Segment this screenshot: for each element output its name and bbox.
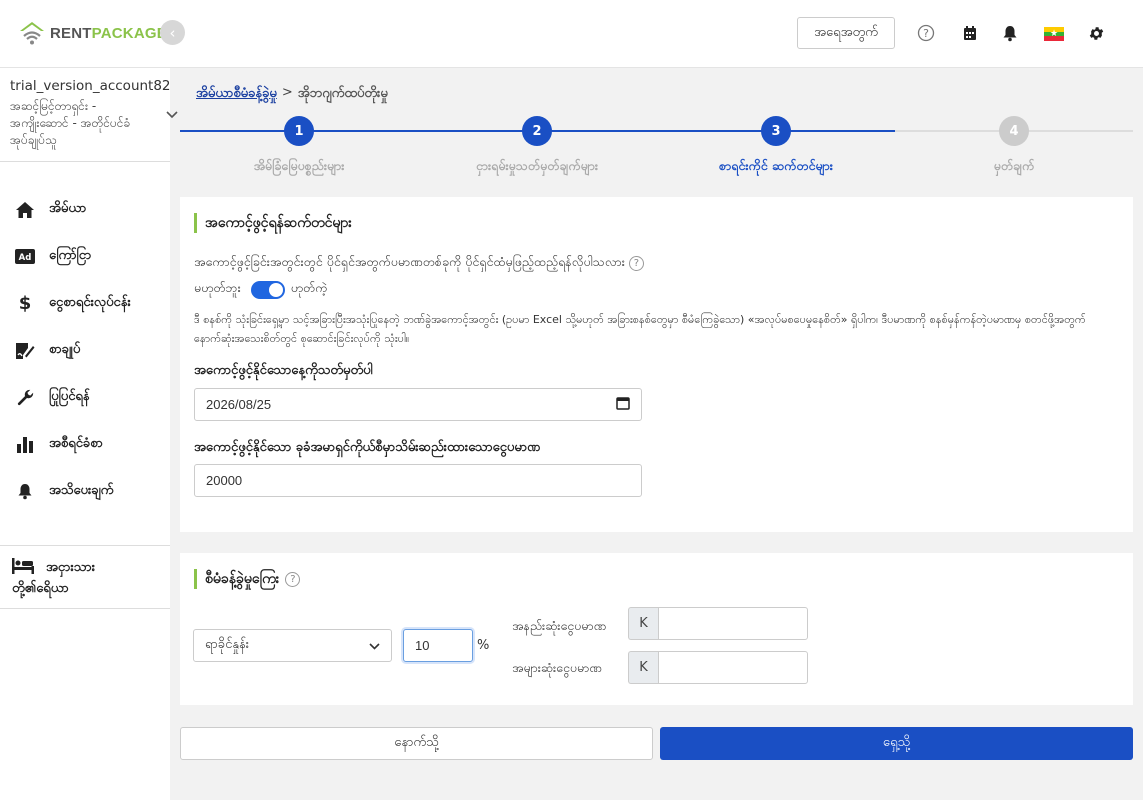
max-amount-label: အများဆုံးငွေပမာဏ [512,660,602,675]
min-amount-label: အနည်းဆုံးငွေပမာဏ [512,618,607,633]
sidebar-item-reports[interactable]: အစီရင်ခံစာ [0,421,170,468]
wrench-icon [15,388,35,408]
logo[interactable]: RENTPACKAGE [18,19,167,47]
logo-text: RENTPACKAGE [50,24,167,42]
breadcrumb-home-link[interactable]: အိမ်ယာစီမံခန့်ခွဲမှု [196,85,277,104]
owner-amount-toggle[interactable] [250,280,285,299]
step-2-number: 2 [522,116,552,146]
step-4: 4 မှတ်ချက် [914,116,1114,177]
sidebar-nav: အိမ်ယာ Ad ကြော်ငြာ $ ငွေစာရင်းလုပ်ငန်း စ… [0,186,170,515]
next-button[interactable]: ရှေ့သို့ [660,727,1133,760]
max-currency-prefix: K [628,651,658,684]
chevron-down-icon[interactable] [166,108,178,122]
min-amount-group: K [628,607,808,640]
step-3: 3 စာရင်းကိုင် ဆက်တင်များ [676,116,876,177]
sidebar-item-repairs[interactable]: ပြုပြင်ရန် [0,374,170,421]
management-fee-card: စီမံခန့်ခွဲမှုကြေး ? ရာခိုင်နှုန်း 10 % … [180,553,1133,705]
renewal-date-input[interactable]: 2026/08/25 [194,388,642,421]
renewal-amount-input[interactable]: 20000 [194,464,642,497]
toggle-off-label: မဟုတ်ဘူး [194,280,241,295]
step-1-label: အိမ်ခြံမြေပစ္စည်းများ [253,158,345,173]
sidebar-item-contract[interactable]: စာချုပ် [0,327,170,374]
fee-type-select[interactable]: ရာခိုင်နှုန်း [193,629,392,662]
calendar-icon[interactable] [616,396,630,413]
account-switcher[interactable]: trial_version_account82 အဆင့်မြင့်တာရှင်… [10,78,171,149]
svg-text:?: ? [923,27,929,40]
percent-sign: % [477,638,490,653]
step-1: 1 အိမ်ခြံမြေပစ္စည်းများ [199,116,399,177]
count-button[interactable]: အရေအတွက် [797,17,895,49]
management-fee-title: စီမံခန့်ခွဲမှုကြေး [194,569,279,589]
max-amount-group: K [628,651,808,684]
management-fee-help-icon[interactable]: ? [285,571,301,587]
progress-stepper: 1 အိမ်ခြံမြေပစ္စည်းများ 2 ငှားရမ်းမှုသတ်… [180,116,1133,182]
calendar-icon[interactable] [959,22,981,44]
fee-percent-input[interactable]: 10 [403,629,473,662]
back-button[interactable]: နောက်သို့ [180,727,653,760]
renewal-settings-card: အကောင့်ဖွင့်ရန်ဆက်တင်များ အကောင့်ဖွင့်ခြ… [180,197,1133,532]
sidebar-item-accounting[interactable]: $ ငွေစာရင်းလုပ်ငန်း [0,280,170,327]
account-plan: အဆင့်မြင့်တာရှင်း - အကျိုးဆောင် - အတိုင်… [10,99,131,147]
contract-icon [15,341,35,361]
account-name: trial_version_account82 [10,78,171,94]
step-4-number: 4 [999,116,1029,146]
sidebar-collapse-button[interactable]: ‹ [160,20,185,45]
owner-amount-question-row: အကောင့်ဖွင့်ခြင်းအတွင်းတွင် ပိုင်ရှင်အတွ… [194,254,644,273]
management-fee-title-row: စီမံခန့်ခွဲမှုကြေး ? [194,569,301,589]
gear-icon[interactable] [1085,22,1107,44]
step-2-label: ငှားရမ်းမှုသတ်မှတ်ချက်များ [475,158,599,173]
step-1-number: 1 [284,116,314,146]
bar-chart-icon [15,435,35,455]
max-amount-input[interactable] [658,651,808,684]
myanmar-flag-icon[interactable]: ★ [1044,27,1064,41]
toggle-on-label: ဟုတ်ကဲ့ [290,280,328,295]
bell-icon[interactable] [999,22,1021,44]
renewal-amount-label: အကောင့်ဖွင့်နိုင်သော ခုခံအမာရှင်ကိုယ်စီမ… [194,440,541,455]
renewal-date-label: အကောင့်ဖွင့်နိုင်သောနေ့ကိုသတ်မှတ်ပါ [194,363,373,378]
sidebar-item-ads[interactable]: Ad ကြော်ငြာ [0,233,170,280]
ad-icon: Ad [15,247,35,267]
step-2: 2 ငှားရမ်းမှုသတ်မှတ်ချက်များ [437,116,637,177]
sidebar-item-tenant-area[interactable]: အငှားသား တို့၏ရေိယာ [0,545,170,609]
min-currency-prefix: K [628,607,658,640]
breadcrumb-separator: > [281,85,293,100]
min-amount-input[interactable] [658,607,808,640]
step-4-label: မှတ်ချက် [993,158,1035,173]
renewal-note: ဒီ စနစ်ကို သုံးခြင်းရှေ့မှာ သင့်အခြားပြီ… [194,313,1086,345]
house-wifi-logo-icon [20,22,44,45]
sidebar: trial_version_account82 အဆင့်မြင့်တာရှင်… [0,68,178,800]
owner-amount-question: အကောင့်ဖွင့်ခြင်းအတွင်းတွင် ပိုင်ရှင်အတွ… [194,254,625,269]
breadcrumb-current: အိုဘဂျက်ထပ်တိုးမှု [297,86,388,101]
sidebar-item-notifications[interactable]: အသိပေးချက် [0,468,170,515]
step-3-label: စာရင်းကိုင် ဆက်တင်များ [719,158,833,173]
breadcrumb: အိမ်ယာစီမံခန့်ခွဲမှု > အိုဘဂျက်ထပ်တိုးမှ… [196,85,388,104]
bell-icon [15,482,35,502]
svg-text:Ad: Ad [19,253,32,263]
home-icon [15,200,35,220]
owner-amount-toggle-row: မဟုတ်ဘူး ဟုတ်ကဲ့ [194,280,327,299]
chevron-left-icon: ‹ [169,23,176,42]
help-icon[interactable]: ? [915,22,937,44]
top-bar: RENTPACKAGE ‹ အရေအတွက် ? ★ [0,0,1143,68]
bed-icon [12,558,34,578]
chevron-down-icon [369,638,380,653]
renewal-settings-title: အကောင့်ဖွင့်ရန်ဆက်တင်များ [194,213,352,233]
question-help-icon[interactable]: ? [628,256,644,271]
sidebar-item-home[interactable]: အိမ်ယာ [0,186,170,233]
dollar-icon: $ [18,293,32,314]
step-3-number: 3 [761,116,791,146]
